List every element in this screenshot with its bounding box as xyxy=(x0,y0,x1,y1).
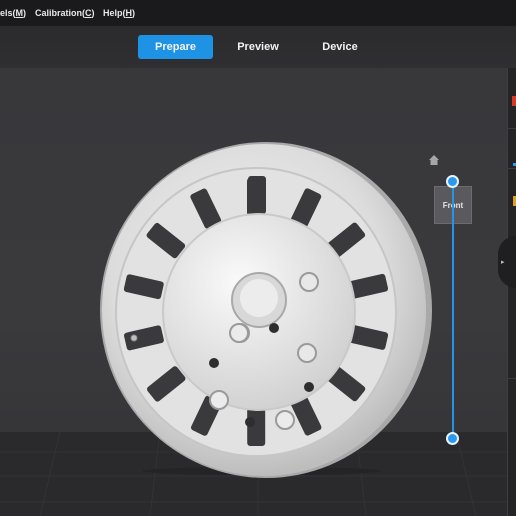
menu-help-key: H xyxy=(125,8,133,18)
panel-red-indicator xyxy=(512,96,516,106)
panel-divider xyxy=(508,378,516,379)
main-toolbar: Prepare Preview Device xyxy=(0,26,516,68)
panel-divider xyxy=(508,128,516,129)
layer-slider-upper-handle[interactable] xyxy=(446,175,459,188)
tab-prepare[interactable]: Prepare xyxy=(138,35,213,59)
wheel-model[interactable] xyxy=(96,140,436,480)
home-icon[interactable] xyxy=(428,154,440,166)
right-side-panel xyxy=(507,68,516,516)
tab-preview[interactable]: Preview xyxy=(224,35,292,59)
tab-device[interactable]: Device xyxy=(308,35,372,59)
menu-help[interactable]: Help(H) xyxy=(103,8,135,18)
menu-models-key: M xyxy=(15,8,24,18)
3d-viewport[interactable]: Front ▸ xyxy=(0,68,516,516)
menu-calibration-key: C xyxy=(85,8,92,18)
layer-slider-track[interactable] xyxy=(452,181,454,438)
panel-collapse-arrow-icon[interactable]: ▸ xyxy=(498,236,516,288)
menu-calibration[interactable]: Calibration(C) xyxy=(35,8,95,18)
menu-models[interactable]: els(M) xyxy=(0,8,26,18)
layer-slider-lower-handle[interactable] xyxy=(446,432,459,445)
menu-bar: els(M) Calibration(C) Help(H) xyxy=(0,0,516,26)
panel-divider xyxy=(508,168,516,169)
